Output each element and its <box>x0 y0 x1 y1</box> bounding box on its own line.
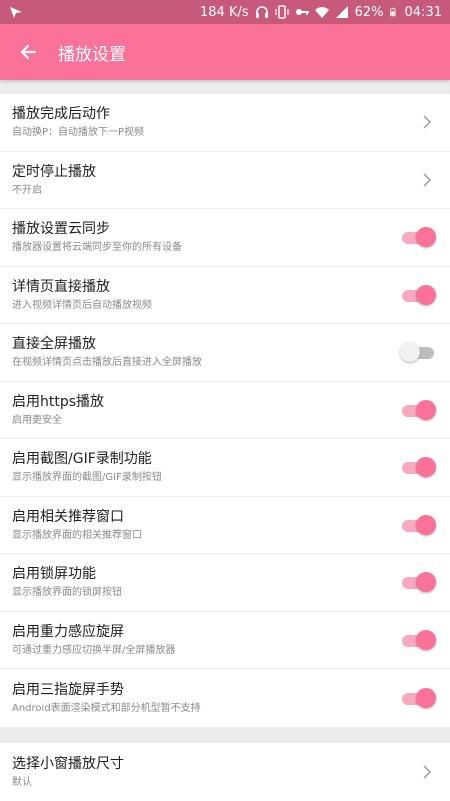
notification-arrow-icon <box>10 7 22 18</box>
settings-row[interactable]: 直接全屏播放在视频详情页点击播放后直接进入全屏播放 <box>0 324 450 382</box>
setting-title: 定时停止播放 <box>12 163 96 180</box>
chevron-right-icon <box>423 173 432 187</box>
setting-title: 启用https播放 <box>12 393 105 410</box>
chevron-right-icon <box>423 115 432 129</box>
toggle-switch[interactable] <box>400 399 436 421</box>
settings-list: 播放完成后动作自动换P：自动播放下一P视频定时停止播放不开启播放设置云同步播放器… <box>0 94 450 727</box>
setting-subtitle: 显示播放界面的相关推荐窗口 <box>12 529 142 541</box>
toggle-switch[interactable] <box>400 571 436 593</box>
settings-row[interactable]: 播放完成后动作自动换P：自动播放下一P视频 <box>0 94 450 152</box>
settings-row[interactable]: 播放设置云同步播放器设置将云端同步至你的所有设备 <box>0 209 450 267</box>
setting-title: 启用三指旋屏手势 <box>12 681 124 698</box>
setting-subtitle: 显示播放界面的截图/GIF录制按钮 <box>12 472 162 484</box>
toggle-switch[interactable] <box>400 456 436 478</box>
toggle-thumb <box>416 572 436 593</box>
status-bar: 184 K/s 62% 04:31 <box>0 0 450 24</box>
network-speed: 184 K/s <box>200 4 249 20</box>
back-arrow-icon <box>20 44 37 60</box>
toggle-switch[interactable] <box>400 226 436 248</box>
setting-subtitle: 在视频详情页点击播放后直接进入全屏播放 <box>12 357 202 369</box>
battery-percent: 62% <box>354 4 384 20</box>
setting-subtitle: 显示播放界面的锁屏按钮 <box>12 587 122 599</box>
toggle-thumb <box>416 284 436 305</box>
toggle-switch[interactable] <box>400 629 436 651</box>
wifi-icon <box>314 7 329 18</box>
settings-list-secondary: 选择小窗播放尺寸默认 <box>0 743 450 801</box>
settings-row[interactable]: 启用三指旋屏手势 Android表面渲染模式和部分机型暂不支持 <box>0 669 450 727</box>
key-icon <box>295 9 309 15</box>
toggle-thumb <box>400 342 420 363</box>
setting-subtitle: 默认 <box>12 776 32 788</box>
settings-row[interactable]: 选择小窗播放尺寸默认 <box>0 743 450 801</box>
toggle-switch[interactable] <box>400 514 436 536</box>
toggle-thumb <box>416 457 436 478</box>
app-toolbar: 播放设置 <box>0 24 450 80</box>
setting-subtitle: 启用更安全 <box>12 414 62 426</box>
clock: 04:31 <box>404 4 442 20</box>
settings-row[interactable]: 启用https播放启用更安全 <box>0 382 450 439</box>
toggle-thumb <box>416 399 436 420</box>
chevron-right-icon <box>423 765 432 779</box>
setting-subtitle: 可通过重力感应切换半屏/全屏播放器 <box>12 644 176 656</box>
toggle-thumb <box>416 227 436 248</box>
setting-subtitle: 进入视频详情页后自动播放视频 <box>12 299 152 311</box>
setting-title: 启用截图/GIF录制功能 <box>12 451 152 468</box>
setting-subtitle: 自动换P：自动播放下一P视频 <box>12 127 145 139</box>
setting-title: 启用相关推荐窗口 <box>12 508 124 525</box>
setting-title: 播放设置云同步 <box>12 221 110 238</box>
setting-title: 选择小窗播放尺寸 <box>12 755 124 772</box>
settings-row[interactable]: 启用重力感应旋屏可通过重力感应切换半屏/全屏播放器 <box>0 612 450 669</box>
vibrate-icon <box>275 5 289 19</box>
settings-row[interactable]: 启用截图/GIF录制功能显示播放界面的截图/GIF录制按钮 <box>0 439 450 497</box>
headphones-icon <box>255 6 268 18</box>
cell-signal-icon <box>335 6 348 18</box>
toggle-switch[interactable] <box>400 341 436 363</box>
toggle-thumb <box>416 514 436 535</box>
toggle-thumb <box>416 629 436 650</box>
setting-title: 直接全屏播放 <box>12 336 96 353</box>
setting-title: 启用锁屏功能 <box>12 566 96 583</box>
toggle-switch[interactable] <box>400 687 436 709</box>
page-title: 播放设置 <box>58 44 126 65</box>
toggle-thumb <box>416 687 436 708</box>
battery-icon <box>389 7 396 17</box>
setting-title: 播放完成后动作 <box>12 106 110 123</box>
settings-row[interactable]: 定时停止播放 不开启 <box>0 152 450 209</box>
setting-subtitle: Android表面渲染模式和部分机型暂不支持 <box>12 702 201 714</box>
settings-row[interactable]: 启用锁屏功能显示播放界面的锁屏按钮 <box>0 554 450 612</box>
setting-subtitle: 播放器设置将云端同步至你的所有设备 <box>12 242 182 254</box>
settings-row[interactable]: 启用相关推荐窗口显示播放界面的相关推荐窗口 <box>0 497 450 554</box>
toggle-switch[interactable] <box>400 284 436 306</box>
setting-title: 启用重力感应旋屏 <box>12 623 124 640</box>
setting-subtitle: 不开启 <box>12 184 42 196</box>
setting-title: 详情页直接播放 <box>12 278 110 295</box>
settings-row[interactable]: 详情页直接播放进入视频详情页后自动播放视频 <box>0 267 450 324</box>
back-button[interactable] <box>0 24 56 80</box>
